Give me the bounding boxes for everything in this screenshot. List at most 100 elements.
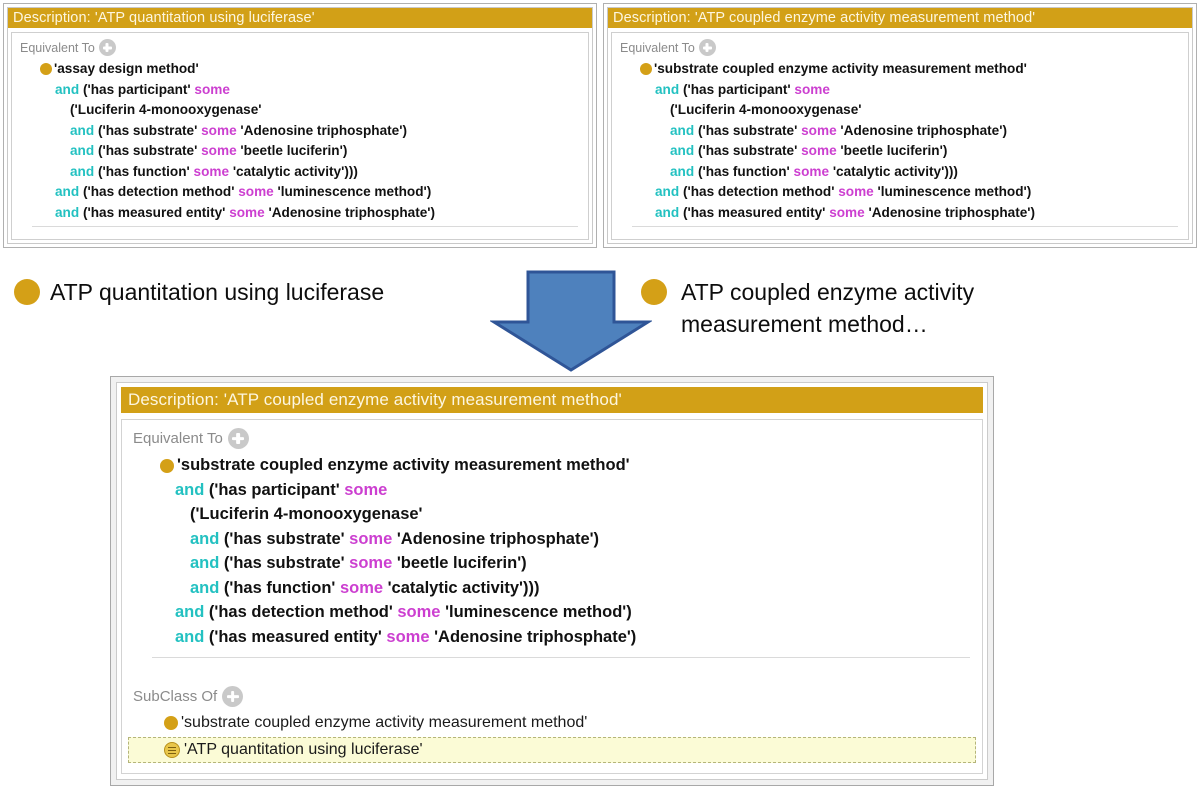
- panel-inner: Description: 'ATP coupled enzyme activit…: [116, 382, 988, 780]
- divider: [632, 226, 1178, 227]
- and-keyword: and: [70, 122, 95, 138]
- some-keyword: some: [386, 627, 430, 646]
- some-keyword: some: [801, 122, 837, 138]
- panel-inner: Description: 'ATP coupled enzyme activit…: [607, 7, 1193, 244]
- expression-line: and ('has detection method' some 'lumine…: [640, 182, 1182, 203]
- expression-text: 'catalytic activity'))): [829, 163, 958, 179]
- equivalent-to-label: Equivalent To: [133, 430, 223, 447]
- expression-text: 'Adenosine triphosphate'): [392, 529, 600, 548]
- caption-right-line2: measurement method…: [681, 311, 928, 337]
- some-keyword: some: [201, 122, 237, 138]
- expression-line: 'substrate coupled enzyme activity measu…: [640, 59, 1182, 80]
- expression-text: ('has function': [694, 163, 794, 179]
- and-keyword: and: [55, 184, 80, 199]
- expression-line: and ('has function' some 'catalytic acti…: [40, 162, 582, 183]
- expression-text: ('has participant': [79, 81, 195, 97]
- expression-line: and ('has substrate' some 'Adenosine tri…: [40, 121, 582, 142]
- and-keyword: and: [70, 143, 95, 158]
- expression-line: and ('has measured entity' some 'Adenosi…: [160, 625, 976, 650]
- some-keyword: some: [349, 554, 393, 572]
- expression-line: ('Luciferin 4-monooxygenase': [160, 502, 976, 527]
- expression-text: 'beetle luciferin'): [836, 143, 948, 158]
- caption-right-text: ATP coupled enzyme activity measurement …: [681, 276, 974, 340]
- equivalent-to-header-left: Equivalent To: [20, 39, 582, 56]
- expression-text: ('has substrate': [94, 143, 202, 158]
- description-panel-left: Description: 'ATP quantitation using luc…: [3, 3, 597, 248]
- subclass-row-selected[interactable]: 'ATP quantitation using luciferase': [128, 737, 976, 763]
- some-keyword: some: [238, 184, 274, 199]
- expression-text: ('has substrate': [219, 529, 350, 548]
- class-bullet-icon: [160, 458, 174, 473]
- expression-bottom[interactable]: 'substrate coupled enzyme activity measu…: [160, 453, 976, 649]
- equivalent-to-header-bottom: Equivalent To: [133, 428, 976, 449]
- expression-left[interactable]: 'assay design method' and ('has participa…: [40, 59, 582, 223]
- and-keyword: and: [670, 143, 695, 158]
- some-keyword: some: [794, 81, 830, 97]
- some-keyword: some: [838, 184, 874, 199]
- equivalent-to-header-right: Equivalent To: [620, 39, 1182, 56]
- and-keyword: and: [175, 627, 205, 646]
- and-keyword: and: [55, 204, 80, 220]
- expression-text: ('has participant': [204, 480, 345, 499]
- class-bullet-icon: [164, 716, 178, 730]
- expression-text: ('has function': [94, 163, 194, 179]
- plus-icon[interactable]: [222, 686, 244, 707]
- down-arrow-icon: [490, 270, 652, 372]
- expression-line: and ('has measured entity' some 'Adenosi…: [640, 203, 1182, 224]
- expression-text: ('has substrate': [694, 122, 802, 138]
- panel-body-bottom: Equivalent To 'substrate coupled enzyme …: [121, 419, 983, 774]
- expression-text: ('has function': [219, 578, 340, 597]
- expression-text: 'Adenosine triphosphate'): [264, 204, 436, 220]
- expression-right[interactable]: 'substrate coupled enzyme activity measu…: [640, 59, 1182, 223]
- some-keyword: some: [349, 529, 393, 548]
- panel-body-left: Equivalent To 'assay design method' and (…: [11, 32, 589, 240]
- expression-line: and ('has function' some 'catalytic acti…: [640, 162, 1182, 183]
- expression-text: ('has substrate': [94, 122, 202, 138]
- some-keyword: some: [801, 143, 837, 158]
- and-keyword: and: [655, 204, 680, 220]
- expression-text: ('has measured entity': [679, 204, 830, 220]
- equivalent-to-label: Equivalent To: [20, 40, 95, 55]
- description-panel-bottom: Description: 'ATP coupled enzyme activit…: [110, 376, 994, 786]
- expression-text: ('has measured entity': [204, 627, 387, 646]
- subclass-row-label: 'ATP quantitation using luciferase': [184, 741, 423, 758]
- expression-line: and ('has participant' some: [160, 478, 976, 503]
- expression-line: 'substrate coupled enzyme activity measu…: [160, 453, 976, 478]
- expression-text: ('has measured entity': [79, 204, 230, 220]
- some-keyword: some: [397, 603, 441, 621]
- class-bullet-icon: [641, 279, 667, 305]
- expression-line: and ('has detection method' some 'lumine…: [40, 182, 582, 203]
- expression-line: and ('has substrate' some 'Adenosine tri…: [160, 527, 976, 552]
- expression-text: ('Luciferin 4-monooxygenase': [70, 102, 262, 117]
- and-keyword: and: [70, 163, 95, 179]
- plus-icon[interactable]: [98, 39, 116, 56]
- expression-line: ('Luciferin 4-monooxygenase': [640, 100, 1182, 121]
- some-keyword: some: [201, 143, 237, 158]
- expression-text: 'luminescence method'): [273, 184, 432, 199]
- panel-inner: Description: 'ATP quantitation using luc…: [7, 7, 593, 244]
- and-keyword: and: [655, 184, 680, 199]
- some-keyword: some: [193, 163, 230, 179]
- panel-title-right: Description: 'ATP coupled enzyme activit…: [608, 8, 1192, 28]
- plus-icon[interactable]: [227, 428, 249, 449]
- expression-line: and ('has substrate' some 'Adenosine tri…: [640, 121, 1182, 142]
- and-keyword: and: [655, 81, 680, 97]
- panel-title-left: Description: 'ATP quantitation using luc…: [8, 8, 592, 28]
- defined-class-icon: [164, 742, 180, 758]
- expression-text: 'Adenosine triphosphate'): [864, 204, 1036, 220]
- and-keyword: and: [175, 480, 205, 499]
- class-bullet-icon: [640, 63, 652, 76]
- class-name: 'assay design method': [54, 61, 199, 76]
- caption-left: ATP quantitation using luciferase: [14, 276, 384, 308]
- some-keyword: some: [339, 578, 384, 597]
- plus-icon[interactable]: [698, 39, 716, 56]
- expression-text: 'Adenosine triphosphate'): [836, 122, 1007, 138]
- subclass-of-header: SubClass Of: [133, 686, 976, 707]
- expression-text: 'Adenosine triphosphate'): [429, 627, 637, 646]
- caption-right: ATP coupled enzyme activity measurement …: [641, 276, 1071, 340]
- class-name: 'substrate coupled enzyme activity measu…: [177, 456, 630, 474]
- class-bullet-icon: [14, 279, 40, 305]
- panel-title-bottom: Description: 'ATP coupled enzyme activit…: [121, 387, 983, 413]
- subclass-row[interactable]: 'substrate coupled enzyme activity measu…: [128, 711, 976, 735]
- class-name: 'substrate coupled enzyme activity measu…: [654, 61, 1027, 76]
